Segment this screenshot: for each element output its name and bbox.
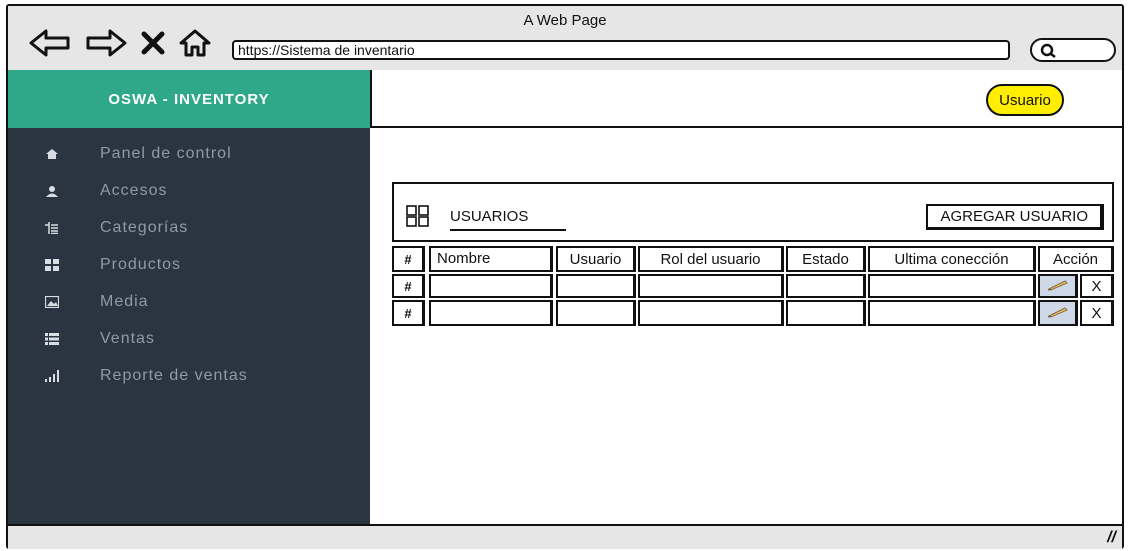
sidebar: Panel de control Accesos Categorías Prod… — [8, 128, 370, 524]
sidebar-item-label: Panel de control — [100, 145, 232, 162]
table-cell-estado — [786, 274, 866, 298]
home-icon — [42, 147, 62, 161]
brand-header: OSWA - INVENTORY — [8, 70, 370, 128]
column-header-rol: Rol del usuario — [638, 246, 784, 272]
table-row-index: # — [392, 274, 425, 298]
edit-button[interactable] — [1038, 274, 1078, 298]
sidebar-item-productos[interactable]: Productos — [8, 247, 370, 283]
browser-window: A Web Page https://Sistema de inventario — [6, 4, 1124, 549]
home-icon[interactable] — [178, 28, 212, 58]
sidebar-item-label: Accesos — [100, 182, 168, 199]
list-icon — [42, 332, 62, 346]
edit-button[interactable] — [1038, 300, 1078, 326]
column-header-usuario: Usuario — [556, 246, 636, 272]
delete-button[interactable]: X — [1080, 274, 1114, 298]
grid-icon — [42, 258, 62, 272]
sidebar-item-label: Media — [100, 293, 149, 310]
column-header-index: # — [392, 246, 425, 272]
url-bar[interactable]: https://Sistema de inventario — [232, 40, 1010, 60]
brand-title: OSWA - INVENTORY — [108, 90, 270, 108]
browser-titlebar: A Web Page https://Sistema de inventario — [8, 6, 1122, 72]
user-icon — [42, 184, 62, 198]
table-cell-ultima-conexion — [868, 274, 1036, 298]
sidebar-item-label: Productos — [100, 256, 182, 273]
sidebar-item-panel-de-control[interactable]: Panel de control — [8, 136, 370, 172]
add-user-button[interactable]: AGREGAR USUARIO — [926, 204, 1104, 230]
image-icon — [42, 295, 62, 309]
column-header-accion: Acción — [1038, 246, 1114, 272]
close-x-icon[interactable] — [140, 30, 166, 56]
browser-nav — [28, 28, 212, 58]
grid-panel-icon — [406, 205, 430, 232]
table-cell-usuario — [556, 300, 636, 326]
tree-list-icon — [42, 221, 62, 235]
status-bar: // — [8, 524, 1122, 549]
table-cell-rol — [638, 300, 784, 326]
url-text: https://Sistema de inventario — [238, 42, 415, 58]
sidebar-item-label: Ventas — [100, 330, 155, 347]
panel-title-underline — [450, 229, 566, 231]
user-menu-button[interactable]: Usuario — [986, 84, 1064, 116]
sidebar-item-label: Categorías — [100, 219, 189, 236]
column-header-ultima-conexion: Ultima conección — [868, 246, 1036, 272]
table-row-index: # — [392, 300, 425, 326]
signal-bars-icon — [42, 369, 62, 383]
column-header-nombre: Nombre — [429, 246, 553, 272]
sidebar-item-media[interactable]: Media — [8, 284, 370, 320]
sidebar-item-categorias[interactable]: Categorías — [8, 210, 370, 246]
table-cell-usuario — [556, 274, 636, 298]
pencil-icon — [1047, 278, 1069, 295]
pencil-icon — [1047, 305, 1069, 322]
table-cell-nombre — [429, 274, 553, 298]
delete-button[interactable]: X — [1080, 300, 1114, 326]
users-panel-header: USUARIOS AGREGAR USUARIO — [392, 182, 1114, 242]
sidebar-item-ventas[interactable]: Ventas — [8, 321, 370, 357]
window-title: A Web Page — [523, 12, 607, 29]
browser-search[interactable] — [1030, 38, 1116, 62]
sidebar-item-label: Reporte de ventas — [100, 367, 248, 384]
table-cell-estado — [786, 300, 866, 326]
back-arrow-icon[interactable] — [28, 28, 72, 58]
column-header-estado: Estado — [786, 246, 866, 272]
top-header: Usuario — [370, 70, 1122, 128]
table-cell-ultima-conexion — [868, 300, 1036, 326]
sidebar-item-accesos[interactable]: Accesos — [8, 173, 370, 209]
table-cell-nombre — [429, 300, 553, 326]
table-cell-rol — [638, 274, 784, 298]
sidebar-item-reporte-de-ventas[interactable]: Reporte de ventas — [8, 358, 370, 394]
panel-title: USUARIOS — [450, 208, 529, 225]
forward-arrow-icon[interactable] — [84, 28, 128, 58]
resize-grip-icon[interactable]: // — [1107, 529, 1116, 547]
